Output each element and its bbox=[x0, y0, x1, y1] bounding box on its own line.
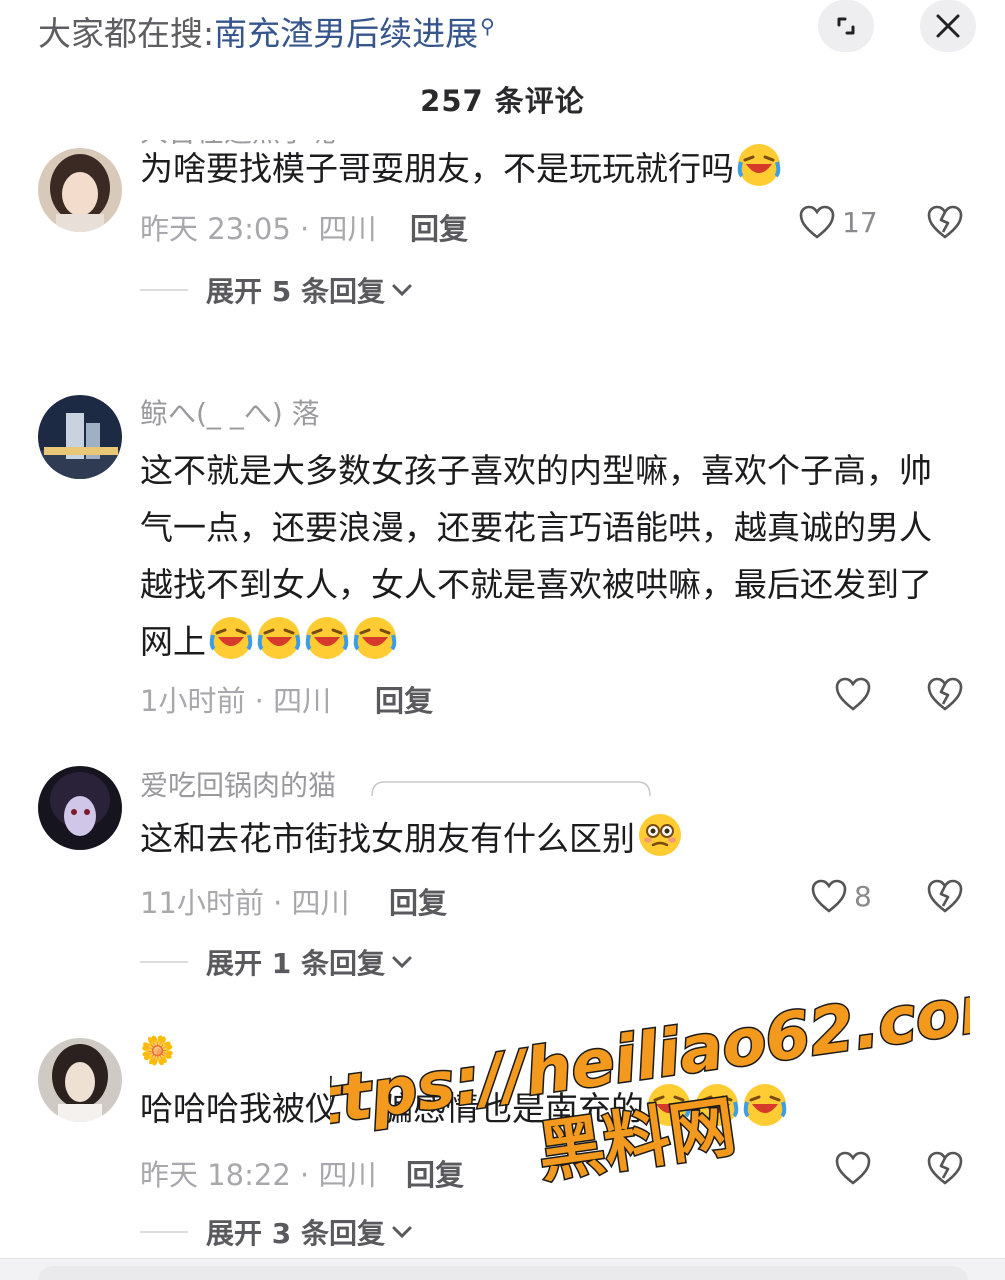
comment-time-location: 昨天 23:05 · 四川 bbox=[140, 212, 377, 246]
avatar[interactable] bbox=[38, 395, 122, 479]
expand-replies-label: 展开 3 条回复 bbox=[206, 1217, 385, 1250]
comment-username[interactable]: 🌼 bbox=[140, 1034, 175, 1067]
dislike-button[interactable] bbox=[926, 1150, 964, 1190]
username-decoration bbox=[371, 781, 651, 797]
laugh-cry-emoji bbox=[305, 617, 349, 659]
comment-text: 为啥要找模子哥耍朋友，不是玩玩就行吗 bbox=[140, 140, 960, 197]
broken-heart-icon bbox=[927, 879, 963, 913]
laugh-cry-emoji bbox=[743, 1084, 787, 1126]
reply-button[interactable]: 回复 bbox=[389, 880, 447, 922]
divider-line bbox=[140, 289, 188, 291]
comment-text: 哈哈哈我被仪 骗感情也是南充的 bbox=[140, 1080, 960, 1137]
heart-icon bbox=[811, 879, 847, 913]
like-count: 17 bbox=[842, 205, 878, 239]
laugh-cry-emoji bbox=[209, 617, 253, 659]
expand-replies-button[interactable]: 展开 5 条回复 bbox=[140, 270, 413, 310]
avatar[interactable] bbox=[38, 766, 122, 850]
heart-icon bbox=[835, 1151, 871, 1185]
like-button[interactable]: 17 bbox=[798, 204, 878, 240]
avatar[interactable] bbox=[38, 1038, 122, 1122]
laugh-cry-emoji bbox=[647, 1084, 691, 1126]
divider-line bbox=[140, 1231, 188, 1233]
trending-search-prefix: 大家都在搜: bbox=[38, 14, 215, 53]
reply-button[interactable]: 回复 bbox=[410, 206, 468, 248]
comment-list[interactable]: 大吉在遇然了呢 为啥要找模子哥耍朋友，不是玩玩就行吗 昨天 23:05 · 四川… bbox=[0, 140, 1005, 1258]
comment-count-title: 257 条评论 bbox=[420, 84, 585, 118]
search-icon: ⚲ bbox=[480, 14, 495, 38]
fullscreen-button[interactable] bbox=[818, 0, 874, 52]
reply-button[interactable]: 回复 bbox=[406, 1152, 464, 1194]
laugh-cry-emoji bbox=[257, 617, 301, 659]
comment-time-location: 11小时前 · 四川 bbox=[140, 886, 350, 920]
top-bar: 大家都在搜:南充渣男后续进展 ⚲ bbox=[0, 0, 1005, 60]
expand-icon bbox=[837, 17, 855, 35]
avatar[interactable] bbox=[38, 148, 122, 232]
chevron-down-icon bbox=[392, 284, 412, 297]
comment-text-body: 这和去花市街找女朋友有什么区别 bbox=[140, 819, 635, 858]
dislike-button[interactable] bbox=[926, 204, 964, 244]
expand-replies-label: 展开 5 条回复 bbox=[206, 275, 385, 308]
comment-text-body: 哈哈哈我被仪 骗感情也是南充的 bbox=[140, 1089, 644, 1128]
trending-search-hint[interactable]: 大家都在搜:南充渣男后续进展 ⚲ bbox=[38, 4, 495, 56]
like-button[interactable] bbox=[834, 1150, 878, 1186]
dislike-button[interactable] bbox=[926, 878, 964, 918]
close-icon bbox=[936, 14, 960, 38]
divider-line bbox=[140, 961, 188, 963]
close-button[interactable] bbox=[920, 0, 976, 52]
dizzy-face-emoji bbox=[639, 814, 681, 856]
heart-icon bbox=[799, 205, 835, 239]
comment-input[interactable] bbox=[38, 1266, 968, 1280]
broken-heart-icon bbox=[927, 205, 963, 239]
broken-heart-icon bbox=[927, 1151, 963, 1185]
chevron-down-icon bbox=[392, 956, 412, 969]
heart-icon bbox=[835, 677, 871, 711]
trending-search-keyword[interactable]: 南充渣男后续进展 bbox=[214, 14, 478, 53]
comment-text: 这不就是大多数女孩子喜欢的内型嘛，喜欢个子高，帅气一点，还要浪漫，还要花言巧语能… bbox=[140, 442, 960, 670]
comment-username[interactable]: 爱吃回锅肉的猫 bbox=[140, 764, 336, 804]
comment-time-location: 1小时前 · 四川 bbox=[140, 684, 332, 718]
like-button[interactable]: 8 bbox=[810, 878, 872, 914]
expand-replies-button[interactable]: 展开 3 条回复 bbox=[140, 1212, 413, 1252]
expand-replies-button[interactable]: 展开 1 条回复 bbox=[140, 942, 413, 982]
reply-button[interactable]: 回复 bbox=[375, 678, 433, 720]
comment-time-location: 昨天 18:22 · 四川 bbox=[140, 1158, 377, 1192]
broken-heart-icon bbox=[927, 677, 963, 711]
laugh-cry-emoji bbox=[695, 1084, 739, 1126]
expand-replies-label: 展开 1 条回复 bbox=[206, 947, 385, 980]
chevron-down-icon bbox=[392, 1226, 412, 1239]
like-button[interactable] bbox=[834, 676, 878, 712]
laugh-cry-emoji bbox=[737, 144, 781, 186]
comment-text: 这和去花市街找女朋友有什么区别 bbox=[140, 810, 960, 867]
dislike-button[interactable] bbox=[926, 676, 964, 716]
comment-username[interactable]: 鲸へ(_ _へ) 落 bbox=[140, 392, 320, 432]
like-count: 8 bbox=[854, 879, 872, 913]
laugh-cry-emoji bbox=[353, 617, 397, 659]
comment-text-body: 为啥要找模子哥耍朋友，不是玩玩就行吗 bbox=[140, 149, 734, 188]
